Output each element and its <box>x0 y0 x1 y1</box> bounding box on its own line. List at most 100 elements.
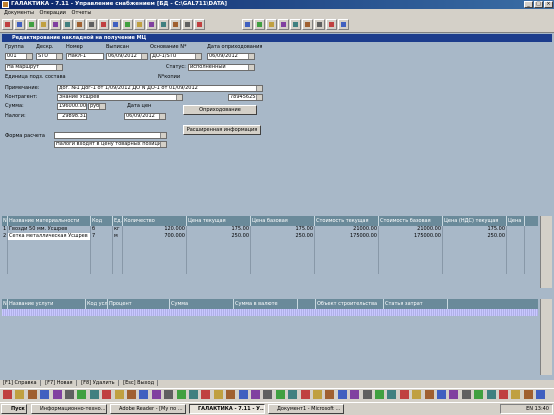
status-help[interactable]: [F1] Справка <box>3 380 41 386</box>
services-col-header[interactable]: Статья затрат <box>384 299 448 309</box>
route-field[interactable]: На маршрут <box>5 64 63 71</box>
task-item-adobe[interactable]: Adobe Reader - [Му по ... <box>110 404 186 414</box>
app-launch-icon[interactable] <box>213 390 223 399</box>
app-launch-icon[interactable] <box>536 390 546 399</box>
toolbar-button-icon[interactable] <box>302 19 313 30</box>
app-launch-icon[interactable] <box>139 390 149 399</box>
app-launch-icon[interactable] <box>89 390 99 399</box>
task-item-word[interactable]: Документ1 - Microsoft ... <box>268 404 344 414</box>
menu-operations[interactable]: Операции <box>40 10 66 16</box>
app-launch-icon[interactable] <box>412 390 422 399</box>
app-launch-icon[interactable] <box>375 390 384 399</box>
toolbar-button-icon[interactable] <box>314 19 325 30</box>
currency-field[interactable]: руб <box>88 103 106 110</box>
app-launch-icon[interactable] <box>275 390 285 399</box>
app-launch-icon[interactable] <box>437 390 446 399</box>
app-launch-icon[interactable] <box>499 390 508 399</box>
app-launch-icon[interactable] <box>263 390 273 399</box>
issued-date-field[interactable]: 06/09/2012 <box>106 53 148 60</box>
app-launch-icon[interactable] <box>486 390 496 399</box>
toolbar-button-icon[interactable] <box>146 19 157 30</box>
goods-col-header[interactable]: Стоимость базовая <box>379 216 443 226</box>
app-launch-icon[interactable] <box>523 390 533 399</box>
minimize-button[interactable]: _ <box>524 1 533 8</box>
table-row[interactable]: 1 Гвозди 50 мм. Усшрев б кг 120.000 175.00 175… <box>2 226 538 233</box>
app-launch-icon[interactable] <box>288 390 298 399</box>
toolbar-button-icon[interactable] <box>62 19 73 30</box>
task-item-galaktika[interactable]: ГАЛАКТИКА - 7.11 - У... <box>189 404 265 414</box>
toolbar-button-icon[interactable] <box>326 19 337 30</box>
goods-col-header[interactable]: Цена текущая <box>187 216 251 226</box>
toolbar-button-icon[interactable] <box>26 19 37 30</box>
contractor-field[interactable]: Знание Усшрев <box>57 94 183 101</box>
app-launch-icon[interactable] <box>387 390 397 399</box>
app-launch-icon[interactable] <box>27 390 37 399</box>
services-col-header[interactable]: Сумма в валюте <box>234 299 298 309</box>
close-button[interactable]: × <box>544 1 553 8</box>
toolbar-button-icon[interactable] <box>2 19 13 30</box>
toolbar-button-icon[interactable] <box>170 19 181 30</box>
services-col-header[interactable]: Сумма <box>170 299 234 309</box>
toolbar-button-icon[interactable] <box>50 19 61 30</box>
app-launch-icon[interactable] <box>474 390 484 399</box>
app-launch-icon[interactable] <box>226 390 236 399</box>
toolbar-button-icon[interactable] <box>74 19 85 30</box>
goods-col-header[interactable]: Код <box>91 216 113 226</box>
app-launch-icon[interactable] <box>151 390 161 399</box>
services-col-header[interactable]: Процент <box>108 299 170 309</box>
status-new[interactable]: [F7] Новая <box>45 380 77 386</box>
contractor-code-field[interactable]: 7894562589 <box>228 94 263 101</box>
status-field[interactable]: исполненный <box>188 64 255 71</box>
toolbar-button-icon[interactable] <box>278 19 289 30</box>
toolbar-button-icon[interactable] <box>14 19 25 30</box>
table-row[interactable]: 2 Сетка металлическая Усшрев 7 м 700.000 250.… <box>2 233 538 240</box>
tax-field[interactable]: 29898.31 <box>57 113 87 120</box>
payment-form-field[interactable] <box>54 132 167 139</box>
app-launch-icon[interactable] <box>77 390 87 399</box>
group-field[interactable]: 001 <box>5 53 33 60</box>
services-col-header[interactable]: Код услуги <box>86 299 108 309</box>
menu-documents[interactable]: Документы <box>4 10 34 16</box>
task-item-info[interactable]: Информационно-техно... <box>31 404 107 414</box>
toolbar-button-icon[interactable] <box>290 19 301 30</box>
app-launch-icon[interactable] <box>201 390 211 399</box>
app-launch-icon[interactable] <box>300 390 310 399</box>
app-launch-icon[interactable] <box>238 390 248 399</box>
status-exit[interactable]: [Esc] Выход <box>123 380 159 386</box>
app-launch-icon[interactable] <box>337 390 347 399</box>
services-table-scrollbar[interactable] <box>540 299 552 375</box>
app-launch-icon[interactable] <box>189 390 198 399</box>
app-launch-icon[interactable] <box>65 390 74 399</box>
goods-col-header[interactable]: Стоимость текущая <box>315 216 379 226</box>
goods-col-header[interactable]: Название материальности <box>8 216 91 226</box>
services-col-header[interactable] <box>298 299 316 309</box>
goods-col-header[interactable]: Цена <box>507 216 525 226</box>
toolbar-button-icon[interactable] <box>158 19 169 30</box>
services-col-header[interactable]: Объект строительства <box>316 299 384 309</box>
app-launch-icon[interactable] <box>127 390 136 399</box>
status-delete[interactable]: [F8] Удалить <box>81 380 119 386</box>
app-launch-icon[interactable] <box>176 390 186 399</box>
app-launch-icon[interactable] <box>424 390 434 399</box>
app-launch-icon[interactable] <box>102 390 112 399</box>
toolbar-button-icon[interactable] <box>266 19 277 30</box>
toolbar-button-icon[interactable] <box>86 19 97 30</box>
basis-field[interactable]: ДО-1/STU <box>150 53 202 60</box>
receipt-date-field[interactable]: 06/09/2012 <box>207 53 255 60</box>
services-col-header[interactable]: Название услуги <box>8 299 86 309</box>
toolbar-button-icon[interactable] <box>134 19 145 30</box>
goods-col-header[interactable]: Цена базовая <box>251 216 315 226</box>
toolbar-button-icon[interactable] <box>254 19 265 30</box>
app-launch-icon[interactable] <box>40 390 50 399</box>
menu-reports[interactable]: Отчеты <box>72 10 92 16</box>
app-launch-icon[interactable] <box>399 390 409 399</box>
toolbar-button-icon[interactable] <box>98 19 109 30</box>
app-launch-icon[interactable] <box>511 390 521 399</box>
number-field[interactable]: Накл-1 <box>66 53 104 60</box>
app-launch-icon[interactable] <box>313 390 322 399</box>
toolbar-button-icon[interactable] <box>338 19 349 30</box>
app-launch-icon[interactable] <box>362 390 372 399</box>
app-launch-icon[interactable] <box>350 390 360 399</box>
goods-col-header[interactable]: Цена (НДС) текущая <box>443 216 507 226</box>
extended-info-button[interactable]: Расширенная информация <box>183 125 261 135</box>
